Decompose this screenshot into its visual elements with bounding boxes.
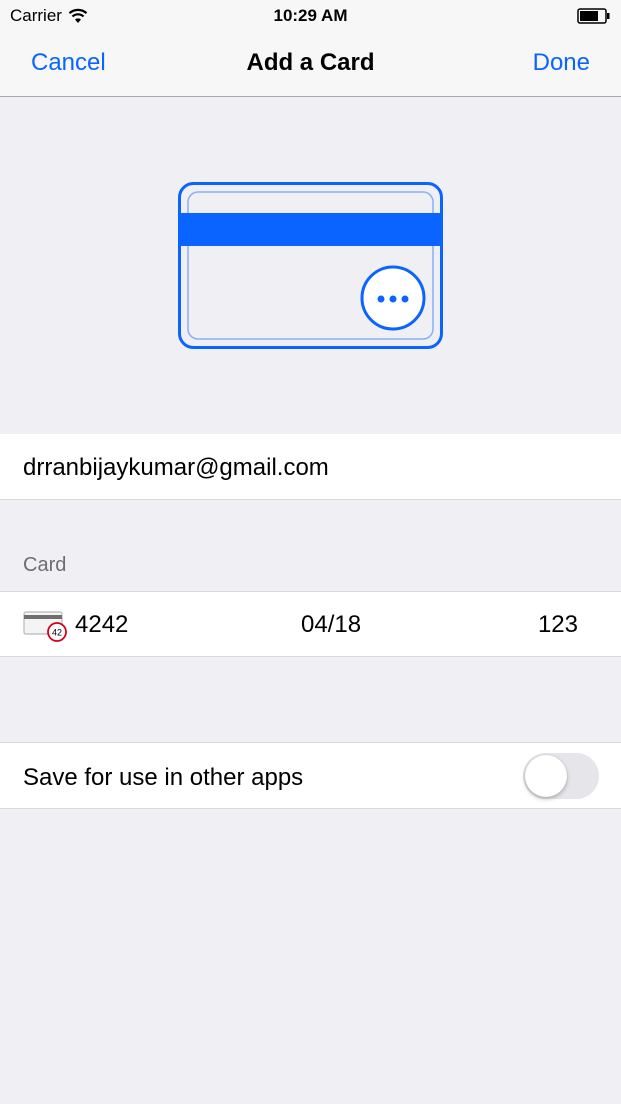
card-error-icon: 42: [23, 611, 67, 642]
card-number-field[interactable]: 4242: [75, 611, 128, 639]
email-row[interactable]: drranbijaykumar@gmail.com: [0, 434, 621, 500]
save-for-other-apps-row: Save for use in other apps: [0, 742, 621, 809]
status-time: 10:29 AM: [273, 6, 348, 25]
navigation-bar: Cancel Add a Card Done: [0, 32, 621, 97]
status-bar: Carrier 10:29 AM: [0, 0, 621, 32]
card-error-icon-text: 42: [52, 628, 62, 638]
card-input-row[interactable]: 42 4242 04/18 123: [0, 591, 621, 657]
add-card-screen: Carrier 10:29 AM Cancel Add a Card Done: [0, 0, 621, 1104]
save-for-other-apps-toggle[interactable]: [523, 753, 599, 799]
save-for-other-apps-label: Save for use in other apps: [23, 764, 304, 791]
page-title: Add a Card: [246, 49, 375, 76]
toggle-knob: [525, 755, 567, 797]
credit-card-back-icon: [178, 182, 443, 349]
card-section-header: Card: [23, 554, 67, 576]
card-cvc-field[interactable]: 123: [538, 611, 578, 639]
email-field[interactable]: drranbijaykumar@gmail.com: [23, 454, 329, 482]
card-expiry-field[interactable]: 04/18: [301, 611, 361, 639]
done-button[interactable]: Done: [533, 49, 590, 77]
battery-icon: [577, 8, 610, 24]
